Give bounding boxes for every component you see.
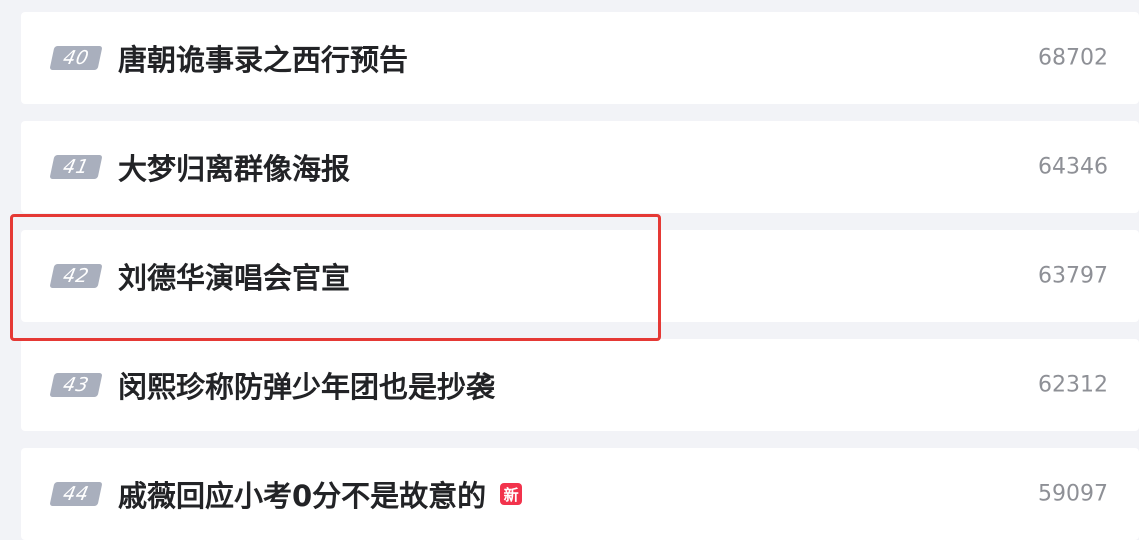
hot-count: 59097 (1038, 481, 1108, 507)
item-title[interactable]: 刘德华演唱会官宣 (118, 255, 350, 297)
rank-badge: 40 (49, 46, 103, 70)
rank-number: 41 (61, 156, 91, 178)
list-item[interactable]: 43 闵熙珍称防弹少年团也是抄袭 62312 (21, 339, 1139, 431)
list-item[interactable]: 42 刘德华演唱会官宣 63797 (21, 230, 1139, 322)
hot-count: 68702 (1038, 45, 1108, 71)
item-title-text: 唐朝诡事录之西行预告 (118, 43, 409, 77)
item-title[interactable]: 戚薇回应小考0分不是故意的 新 (118, 473, 523, 515)
new-badge: 新 (500, 483, 523, 505)
hot-count: 63797 (1038, 263, 1108, 289)
item-title-text: 大梦归离群像海报 (118, 152, 351, 186)
hot-search-list: 40 唐朝诡事录之西行预告 68702 41 大梦归离群像海报 64346 42… (0, 0, 1139, 540)
rank-number: 43 (61, 374, 91, 396)
item-title[interactable]: 闵熙珍称防弹少年团也是抄袭 (118, 364, 495, 406)
rank-badge: 41 (49, 155, 103, 179)
list-item[interactable]: 40 唐朝诡事录之西行预告 68702 (21, 12, 1139, 104)
hot-count: 64346 (1038, 154, 1108, 180)
list-item[interactable]: 44 戚薇回应小考0分不是故意的 新 59097 (21, 448, 1139, 540)
list-item[interactable]: 41 大梦归离群像海报 64346 (21, 121, 1139, 213)
rank-badge: 42 (49, 264, 103, 288)
item-title-text: 刘德华演唱会官宣 (118, 261, 351, 295)
item-title-text: 闵熙珍称防弹少年团也是抄袭 (118, 370, 496, 404)
rank-number: 44 (61, 483, 91, 505)
item-title-text: 戚薇回应小考0分不是故意的 (118, 479, 487, 513)
rank-number: 42 (61, 265, 91, 287)
rank-number: 40 (61, 47, 91, 69)
item-title[interactable]: 大梦归离群像海报 (118, 146, 350, 188)
rank-badge: 44 (49, 482, 103, 506)
rank-badge: 43 (49, 373, 103, 397)
hot-count: 62312 (1038, 372, 1108, 398)
item-title[interactable]: 唐朝诡事录之西行预告 (118, 37, 408, 79)
